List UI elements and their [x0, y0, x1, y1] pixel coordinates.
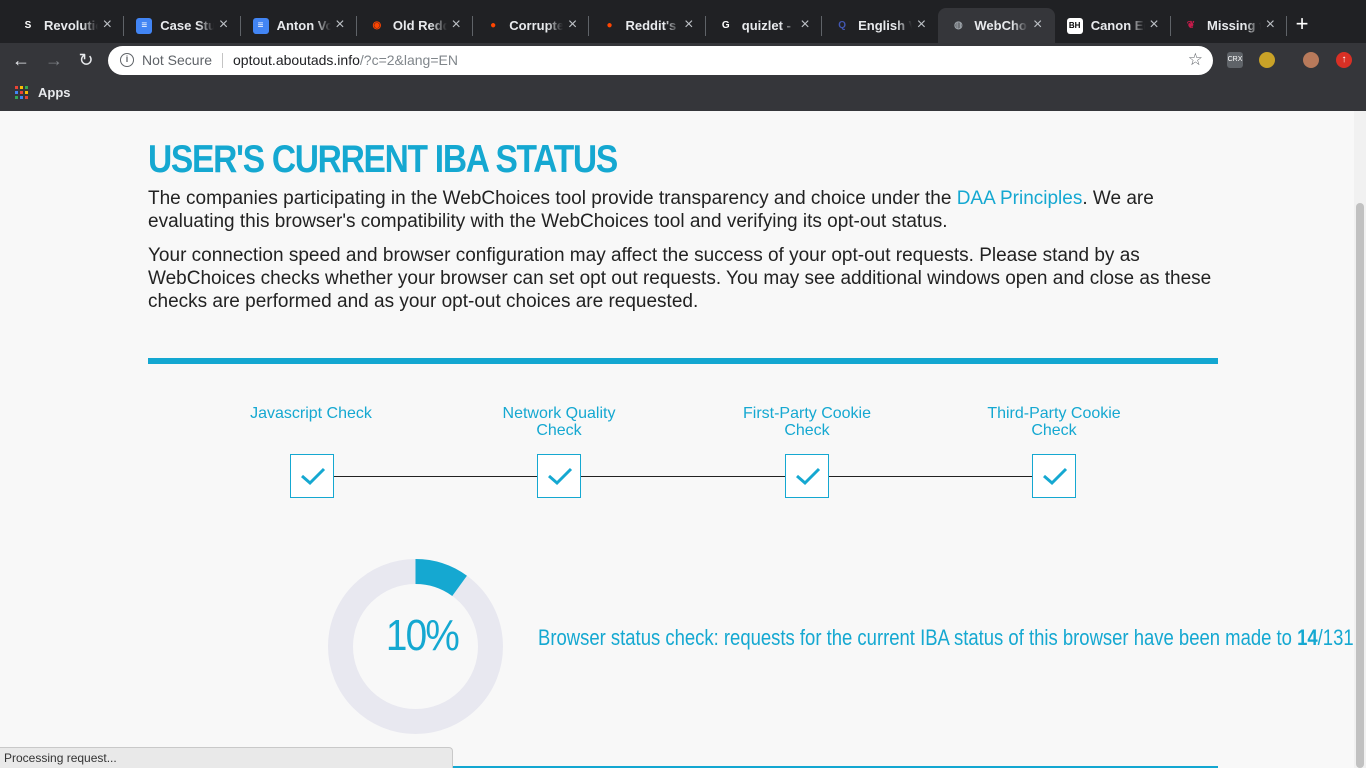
crx-extension-icon[interactable]: CRX [1227, 52, 1243, 68]
page-content: USER'S CURRENT IBA STATUS The companies … [0, 111, 1354, 768]
old-reddit-icon: ◉ [372, 20, 382, 31]
checkmark-icon [796, 467, 821, 486]
docs-icon: ≡ [136, 17, 153, 34]
progress-percent: 10% [385, 611, 460, 660]
address-bar[interactable]: i Not Secure optout.aboutads.info/?c=2&l… [108, 46, 1213, 75]
reload-icon[interactable]: ↻ [73, 47, 99, 73]
status-total: /131 participating companies [1317, 625, 1354, 650]
daa-principles-link[interactable]: DAA Principles [957, 188, 1083, 209]
browser-tab[interactable]: Gquizlet - × [706, 8, 823, 43]
step-label-third-party: Third-Party Cookie Check [987, 405, 1121, 439]
tab-title: Revolutio [44, 18, 98, 33]
page-scrollbar[interactable] [1354, 111, 1366, 768]
apps-icon[interactable] [15, 86, 28, 99]
raspberry-icon: ❦ [1186, 20, 1196, 31]
browser-tab[interactable]: ◍ WebChoi × [938, 8, 1055, 43]
tab-title: English V [858, 18, 913, 33]
tab-close-icon[interactable]: × [331, 16, 349, 34]
completed-count: 14 [1297, 625, 1318, 650]
bookmarks-bar: Apps [0, 77, 1366, 111]
tab-title: WebChoi [974, 18, 1029, 33]
tab-close-icon[interactable]: × [447, 16, 465, 34]
third-party-check-box [1032, 454, 1076, 498]
tab-close-icon[interactable]: × [1145, 16, 1163, 34]
browser-tab[interactable]: ● Reddit's × [590, 8, 706, 43]
info-icon[interactable]: i [120, 53, 134, 67]
docs-icon: ≡ [252, 17, 269, 34]
tab-title: Corrupte [509, 18, 564, 33]
s-circle-icon: S [24, 20, 32, 31]
tab-separator [1286, 16, 1288, 36]
checkmark-icon [1043, 467, 1068, 486]
step-label-javascript: Javascript Check [250, 405, 372, 422]
address-divider [222, 53, 223, 68]
bh-icon: BH [1066, 17, 1083, 34]
quizlet-icon: Q [838, 20, 846, 31]
owl-extension-icon[interactable] [1259, 52, 1275, 68]
step-connector [581, 476, 785, 477]
reddit-icon: ● [490, 20, 497, 31]
bookmark-star-icon[interactable]: ☆ [1188, 50, 1203, 70]
tab-title: Old Redd [392, 18, 447, 33]
back-icon[interactable]: ← [8, 47, 34, 73]
browser-tab[interactable]: ≡ Anton Vo × [241, 8, 357, 43]
url-host: optout.aboutads.info [233, 52, 360, 68]
browser-tab[interactable]: S Revolutio × [8, 8, 125, 43]
browser-status-bar: Processing request... [0, 747, 453, 768]
browser-tab[interactable]: ≡ Case Stu × [124, 8, 241, 43]
apps-bookmark[interactable]: Apps [38, 85, 71, 100]
tab-title: Missing t [1207, 18, 1261, 33]
tab-close-icon[interactable]: × [1029, 16, 1047, 34]
tab-title: quizlet - [741, 18, 791, 33]
browser-tab[interactable]: ● Corrupte × [473, 8, 590, 43]
reddit-icon: ● [606, 20, 613, 31]
first-party-check-box [785, 454, 829, 498]
scrollbar-thumb[interactable] [1356, 203, 1364, 768]
security-indicator[interactable]: Not Secure [142, 52, 212, 68]
tab-title: Case Stu [160, 18, 215, 33]
step-connector [829, 476, 1032, 477]
section-divider [148, 358, 1218, 364]
checkmark-icon [548, 467, 573, 486]
intro-text-start: The companies participating in the WebCh… [148, 188, 957, 209]
step-connector [334, 476, 537, 477]
browser-tab[interactable]: Q English V × [822, 8, 938, 43]
step-label-first-party: First-Party Cookie Check [742, 405, 872, 439]
forward-icon[interactable]: → [41, 47, 67, 73]
profile-avatar[interactable] [1303, 52, 1319, 68]
intro-paragraph: The companies participating in the WebCh… [148, 187, 1218, 233]
page-title: USER'S CURRENT IBA STATUS [148, 138, 618, 181]
url-text[interactable]: optout.aboutads.info/?c=2&lang=EN [233, 52, 458, 68]
tab-close-icon[interactable]: × [1261, 16, 1279, 34]
browser-tab[interactable]: ◉ Old Redd × [357, 8, 474, 43]
url-path: /?c=2&lang=EN [359, 52, 458, 68]
tab-close-icon[interactable]: × [680, 16, 698, 34]
notice-paragraph: Your connection speed and browser config… [148, 245, 1212, 312]
step-label-network: Network Quality Check [502, 405, 616, 439]
globe-icon: ◍ [954, 20, 963, 31]
new-tab-button[interactable]: + [1290, 12, 1314, 36]
browser-tab[interactable]: ❦ Missing t × [1171, 8, 1288, 43]
browser-toolbar: ← → ↻ i Not Secure optout.aboutads.info/… [0, 43, 1366, 77]
tab-close-icon[interactable]: × [563, 16, 581, 34]
tab-close-icon[interactable]: × [215, 16, 233, 34]
update-icon[interactable]: ↑ [1336, 52, 1352, 68]
status-prefix: Browser status check: requests for the c… [538, 625, 1298, 650]
google-icon: G [721, 20, 730, 31]
tab-close-icon[interactable]: × [912, 16, 930, 34]
tab-close-icon[interactable]: × [796, 16, 814, 34]
tab-title: Canon E( [1090, 18, 1145, 33]
tab-close-icon[interactable]: × [98, 16, 116, 34]
tab-title: Anton Vo [276, 18, 331, 33]
status-message: Browser status check: requests for the c… [538, 624, 1354, 652]
browser-tab[interactable]: BH Canon E(× [1055, 8, 1171, 43]
javascript-check-box [290, 454, 334, 498]
checkmark-icon [301, 467, 326, 486]
network-check-box [537, 454, 581, 498]
tab-title: Reddit's [625, 18, 677, 33]
tab-strip: S Revolutio × ≡ Case Stu × ≡ Anton Vo × ◉ Old Redd… [0, 0, 1366, 43]
